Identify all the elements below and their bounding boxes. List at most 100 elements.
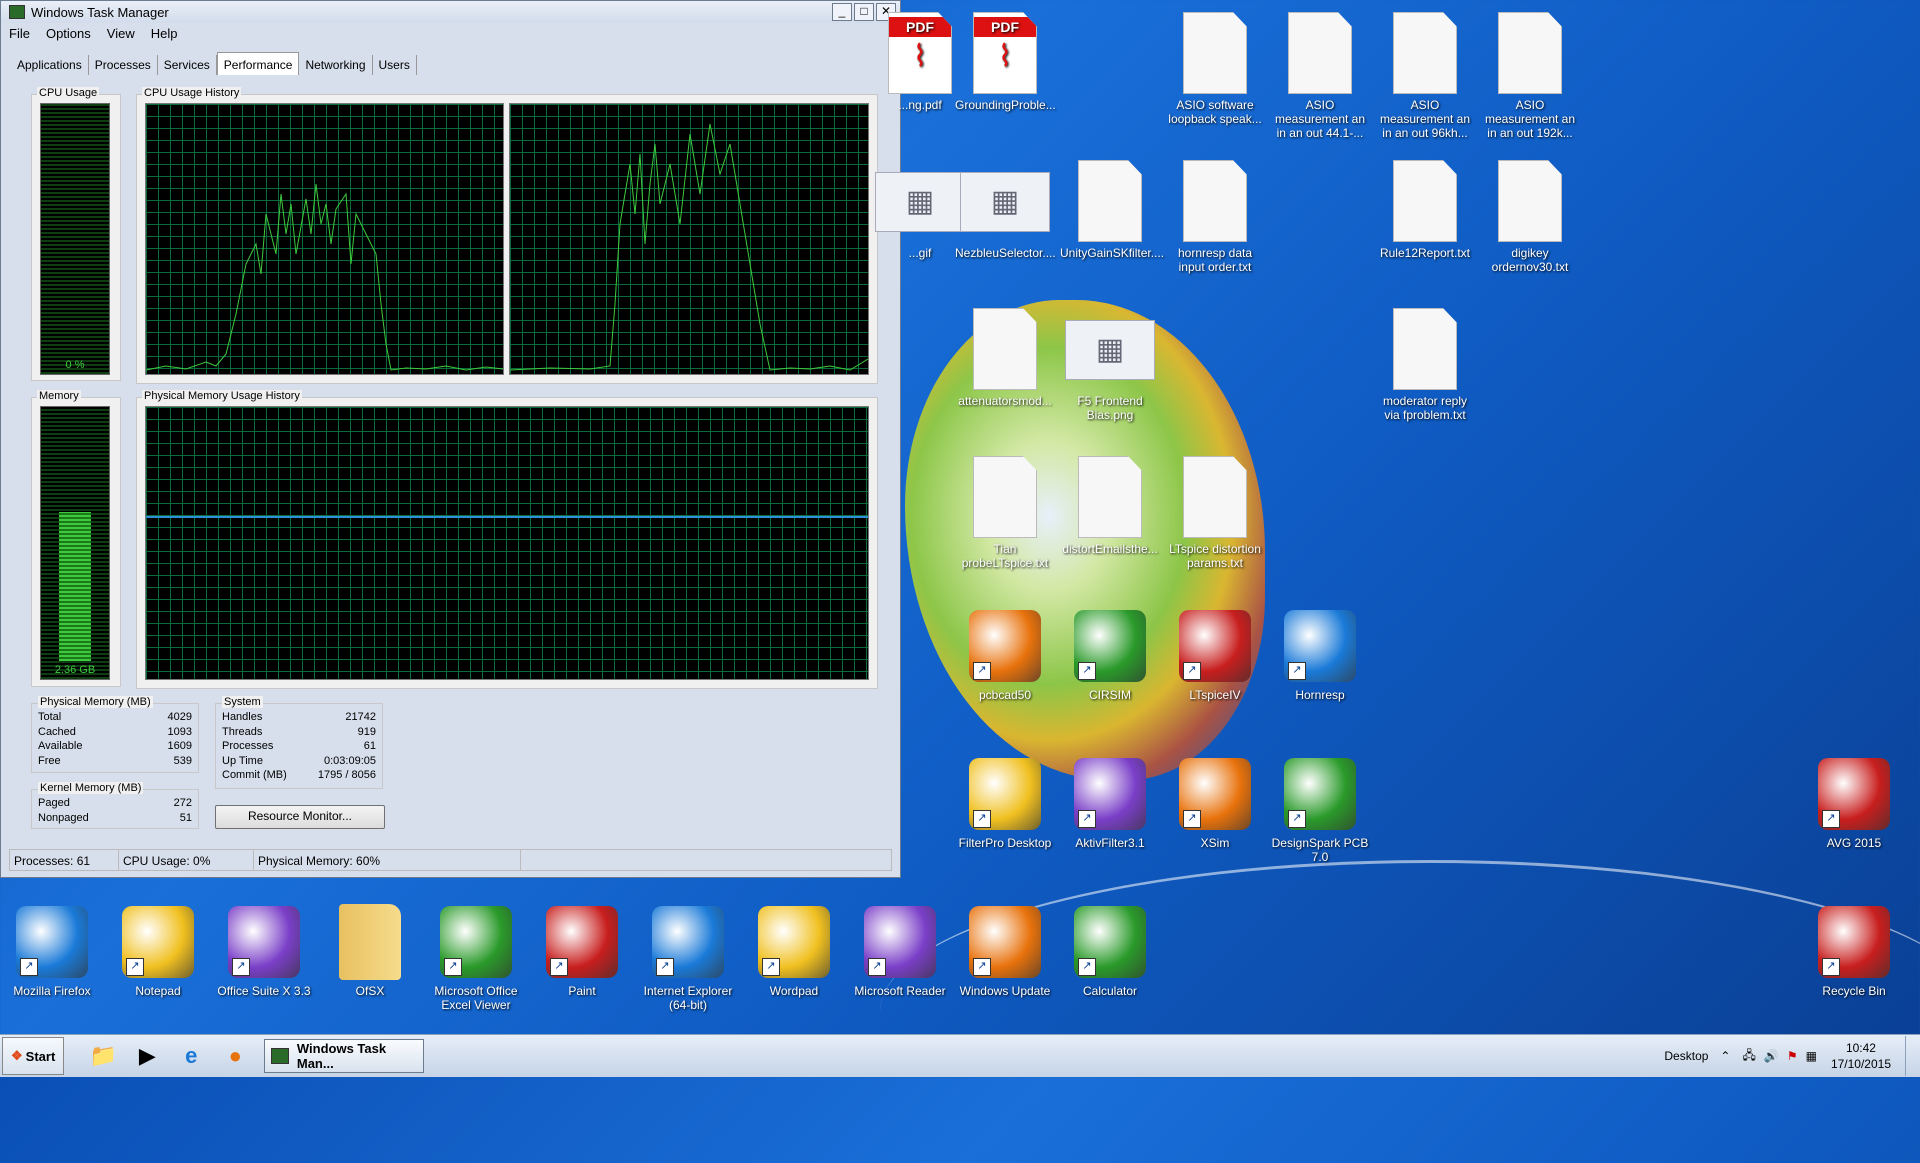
shortcut-arrow-icon: ↗ [550, 958, 568, 976]
network-icon[interactable]: 🖧 [1742, 1046, 1755, 1067]
document-icon [1393, 160, 1457, 242]
desktop-icon[interactable]: ↗ CIRSIM [1060, 604, 1160, 702]
desktop-icon-label: LTspiceIV [1189, 688, 1241, 702]
desktop-icon[interactable]: digikey ordernov30.txt [1480, 160, 1580, 274]
shortcut-arrow-icon: ↗ [1288, 662, 1306, 680]
desktop-icon-label: pcbcad50 [978, 688, 1032, 702]
desktop-icon[interactable]: attenuatorsmod... [955, 308, 1055, 408]
menu-options[interactable]: Options [46, 26, 91, 41]
show-desktop-button[interactable] [1905, 1036, 1920, 1076]
shortcut-arrow-icon: ↗ [762, 958, 780, 976]
desktop-icon[interactable]: ↗ Windows Update [955, 900, 1055, 998]
desktop-icon[interactable]: ▦ F5 Frontend Bias.png [1060, 308, 1160, 422]
stat-label: Paged [38, 797, 70, 809]
desktop-icon[interactable]: ↗ AVG 2015 [1804, 752, 1904, 850]
desktop-icon[interactable]: moderator reply via fproblem.txt [1375, 308, 1475, 422]
menu-file[interactable]: File [9, 26, 30, 41]
folder-icon [339, 904, 401, 980]
desktop-icon[interactable]: ↗ Calculator [1060, 900, 1160, 998]
tab-performance[interactable]: Performance [216, 52, 300, 75]
application-icon: ↗ [1818, 758, 1890, 830]
tab-processes[interactable]: Processes [89, 55, 158, 75]
desktop-icon[interactable]: ASIO measurement an in an out 96kh... [1375, 12, 1475, 140]
minimize-button[interactable]: _ [832, 3, 852, 21]
desktop-icon[interactable]: ↗ FilterPro Desktop [955, 752, 1055, 850]
tab-strip: Applications Processes Services Performa… [11, 52, 417, 75]
desktop-icon[interactable]: ↗ Wordpad [744, 900, 844, 998]
desktop-icon[interactable]: hornresp data input order.txt [1165, 160, 1265, 274]
desktop-icon-label: Rule12Report.txt [1379, 246, 1471, 260]
resource-monitor-button[interactable]: Resource Monitor... [215, 805, 385, 829]
stat-label: Up Time [222, 754, 263, 767]
desktop-icon-label: distortEmailsthe... [1062, 542, 1158, 556]
desktop-icon[interactable]: UnityGainSKfilter.... [1060, 160, 1164, 260]
volume-icon[interactable]: 🔊 [1764, 1049, 1779, 1063]
desktop-icon[interactable]: OfSX [320, 900, 420, 998]
cpu-history-graph-core-2 [509, 103, 869, 375]
desktop-icon-label: AVG 2015 [1826, 836, 1882, 850]
desktop-icon[interactable]: ↗ pcbcad50 [955, 604, 1055, 702]
desktop-icon[interactable]: ↗ Microsoft Reader [850, 900, 950, 998]
start-button[interactable]: ❖ Start [2, 1037, 65, 1075]
desktop-icon[interactable]: ↗ DesignSpark PCB 7.0 [1270, 752, 1370, 864]
tab-users[interactable]: Users [373, 55, 417, 75]
status-processes: Processes: 61 [9, 849, 118, 871]
desktop-icon[interactable]: ↗ LTspiceIV [1165, 604, 1265, 702]
application-icon: ↗ [1284, 610, 1356, 682]
desktop-icon[interactable]: ↗ Internet Explorer (64-bit) [638, 900, 738, 1012]
tab-networking[interactable]: Networking [299, 55, 373, 75]
desktop-icon[interactable]: ↗ Mozilla Firefox [2, 900, 102, 998]
application-icon: ↗ [1179, 758, 1251, 830]
desktop-icon[interactable]: LTspice distortion params.txt [1165, 456, 1265, 570]
desktop-icon[interactable]: ↗ Recycle Bin [1804, 900, 1904, 998]
desktop-icon[interactable]: ASIO software loopback speak... [1165, 12, 1265, 126]
desktop-icon[interactable]: distortEmailsthe... [1060, 456, 1160, 556]
shortcut-arrow-icon: ↗ [1288, 810, 1306, 828]
desktop-icon-label: LTspice distortion params.txt [1169, 542, 1261, 570]
desktop-icon[interactable]: PDF ⌇ GroundingProble... [955, 12, 1056, 112]
media-player-pinned-icon[interactable]: ▶ [128, 1038, 166, 1074]
application-icon: ↗ [758, 906, 830, 978]
application-icon: ↗ [440, 906, 512, 978]
desktop-icon[interactable]: ↗ Notepad [108, 900, 208, 998]
desktop-icon[interactable]: ASIO measurement an in an out 44.1-... [1270, 12, 1370, 140]
menu-view[interactable]: View [107, 26, 135, 41]
shortcut-arrow-icon: ↗ [868, 958, 886, 976]
clock[interactable]: 10:42 17/10/2015 [1831, 1040, 1891, 1072]
taskbar-task-manager[interactable]: Windows Task Man... [264, 1039, 425, 1073]
memory-meter: 2.36 GB [40, 406, 110, 680]
desktop-toolbar-label[interactable]: Desktop [1664, 1049, 1708, 1063]
tab-services[interactable]: Services [158, 55, 217, 75]
desktop-icon[interactable]: ASIO measurement an in an out 192k... [1480, 12, 1580, 140]
desktop-icon[interactable]: ↗ Office Suite X 3.3 [214, 900, 314, 998]
desktop-icon[interactable]: Rule12Report.txt [1375, 160, 1475, 260]
desktop-icon[interactable]: ↗ Microsoft Office Excel Viewer [426, 900, 526, 1012]
desktop-icon[interactable]: ↗ XSim [1165, 752, 1265, 850]
stat-label: Available [38, 740, 83, 752]
shortcut-arrow-icon: ↗ [1183, 810, 1201, 828]
clock-time: 10:42 [1845, 1041, 1876, 1055]
title-bar[interactable]: Windows Task Manager _ □ ✕ [1, 1, 900, 23]
application-icon: ↗ [969, 758, 1041, 830]
explorer-pinned-icon[interactable]: 📁 [84, 1038, 122, 1074]
desktop-icon[interactable]: ↗ AktivFilter3.1 [1060, 752, 1160, 850]
desktop-icon[interactable]: Tian probeLTspice.txt [955, 456, 1055, 570]
application-icon: ↗ [1074, 610, 1146, 682]
desktop-icon-label: ASIO measurement an in an out 96kh... [1379, 98, 1471, 140]
desktop-icon[interactable]: ↗ Hornresp [1270, 604, 1370, 702]
tray-expand-icon[interactable]: ⌃ [1720, 1049, 1730, 1063]
stat-value: 539 [173, 754, 192, 767]
menu-help[interactable]: Help [151, 26, 178, 41]
document-icon [1498, 12, 1562, 94]
desktop-icon-label: Microsoft Reader [854, 984, 946, 998]
tab-applications[interactable]: Applications [11, 55, 89, 75]
desktop-icon[interactable]: ▦ NezbleuSelector.... [955, 160, 1056, 260]
internet-explorer-pinned-icon[interactable]: e [172, 1038, 210, 1074]
action-center-icon[interactable]: ⚑ [1787, 1049, 1798, 1063]
firefox-pinned-icon[interactable]: ● [216, 1038, 254, 1074]
document-icon [973, 456, 1037, 538]
desktop-icon[interactable]: ↗ Paint [532, 900, 632, 998]
shortcut-arrow-icon: ↗ [973, 810, 991, 828]
display-icon[interactable]: ▦ [1806, 1049, 1817, 1063]
stat-label: Free [38, 754, 61, 767]
